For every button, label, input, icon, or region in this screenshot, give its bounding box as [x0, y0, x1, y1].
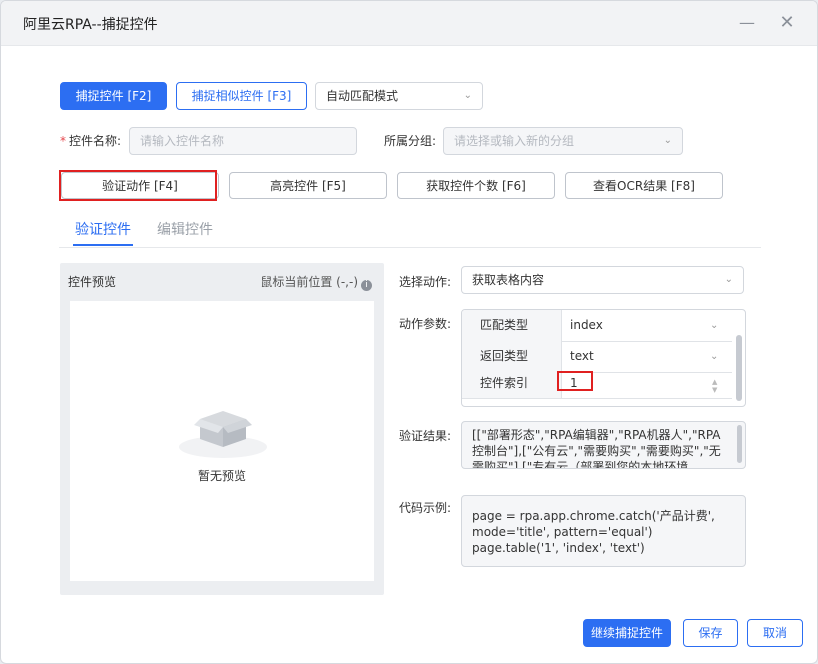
required-mark: *	[60, 134, 66, 148]
verify-highlight-frame	[59, 170, 217, 201]
table-row[interactable]: 匹配类型 index ⌄	[462, 310, 732, 342]
table-row[interactable]: 控件索引 1 ▲ ▼	[462, 372, 732, 399]
match-mode-value: 自动匹配模式	[326, 89, 399, 103]
table-row[interactable]: 返回类型 text ⌄	[462, 341, 732, 373]
param-value[interactable]: text	[570, 341, 594, 372]
code-example-label: 代码示例:	[399, 501, 452, 515]
preview-panel: 控件预览 鼠标当前位置 (-,-) i 暂无预览	[60, 263, 384, 595]
empty-preview-text: 暂无预览	[197, 469, 246, 483]
match-mode-select[interactable]: 自动匹配模式 ⌄	[315, 82, 483, 110]
action-params-table: 匹配类型 index ⌄ 返回类型 text ⌄ 控件索引 1 ▲ ▼	[461, 309, 746, 407]
window-title: 阿里云RPA--捕捉控件	[23, 17, 158, 33]
info-icon[interactable]: i	[361, 280, 372, 291]
code-example-text: page = rpa.app.chrome.catch('产品计费', mode…	[472, 509, 715, 555]
scrollbar-thumb[interactable]	[736, 335, 742, 401]
group-label: 所属分组:	[384, 134, 437, 148]
param-key: 控件索引	[462, 372, 562, 398]
select-action-dropdown[interactable]: 获取表格内容 ⌄	[461, 266, 744, 294]
tab-bar: 验证控件 编辑控件	[59, 215, 761, 248]
minimize-icon[interactable]: —	[737, 13, 757, 33]
chevron-down-icon: ⌄	[724, 274, 733, 285]
group-placeholder: 请选择或输入新的分组	[454, 134, 575, 148]
get-count-button[interactable]: 获取控件个数 [F6]	[397, 172, 555, 199]
scrollbar-thumb[interactable]	[737, 425, 742, 463]
group-select[interactable]: 请选择或输入新的分组 ⌄	[443, 127, 683, 155]
stepper-icon[interactable]: ▲ ▼	[712, 378, 717, 394]
preview-area: 暂无预览	[70, 301, 374, 581]
active-tab-indicator	[73, 244, 133, 246]
continue-capture-button[interactable]: 继续捕捉控件	[583, 619, 671, 647]
select-action-value: 获取表格内容	[472, 273, 545, 287]
title-bar: 阿里云RPA--捕捉控件 — ✕	[1, 1, 817, 46]
param-key: 返回类型	[462, 341, 562, 372]
chevron-down-icon: ⌄	[710, 320, 719, 331]
verify-result-text: [["部署形态","RPA编辑器","RPA机器人","RPA控制台"],["公…	[472, 428, 721, 469]
index-highlight-frame	[557, 371, 593, 391]
chevron-down-icon: ⌄	[663, 135, 672, 146]
chevron-down-icon: ⌄	[463, 90, 472, 101]
action-params-label: 动作参数:	[399, 317, 452, 331]
capture-similar-button[interactable]: 捕捉相似控件 [F3]	[176, 82, 307, 110]
select-action-label: 选择动作:	[399, 275, 452, 289]
verify-result-label: 验证结果:	[399, 429, 452, 443]
empty-box-icon	[179, 411, 267, 458]
preview-title: 控件预览	[68, 275, 117, 289]
save-button[interactable]: 保存	[683, 619, 738, 647]
control-name-input[interactable]: 请输入控件名称	[129, 127, 357, 155]
tab-edit-control[interactable]: 编辑控件	[157, 219, 213, 239]
view-ocr-button[interactable]: 查看OCR结果 [F8]	[565, 172, 723, 199]
cancel-button[interactable]: 取消	[747, 619, 803, 647]
param-key: 匹配类型	[462, 310, 562, 341]
tab-verify-control[interactable]: 验证控件	[75, 219, 131, 239]
capture-dialog: 阿里云RPA--捕捉控件 — ✕ 捕捉控件 [F2] 捕捉相似控件 [F3] 自…	[0, 0, 818, 664]
code-example-box[interactable]: page = rpa.app.chrome.catch('产品计费', mode…	[461, 495, 746, 567]
chevron-down-icon: ⌄	[710, 351, 719, 362]
mouse-position: 鼠标当前位置 (-,-) i	[260, 273, 372, 291]
capture-control-button[interactable]: 捕捉控件 [F2]	[60, 82, 167, 110]
verify-result-box[interactable]: [["部署形态","RPA编辑器","RPA机器人","RPA控制台"],["公…	[461, 421, 746, 469]
control-name-label: * 控件名称:	[60, 134, 122, 148]
close-icon[interactable]: ✕	[777, 13, 797, 33]
highlight-control-button[interactable]: 高亮控件 [F5]	[229, 172, 387, 199]
param-value[interactable]: index	[570, 310, 603, 341]
